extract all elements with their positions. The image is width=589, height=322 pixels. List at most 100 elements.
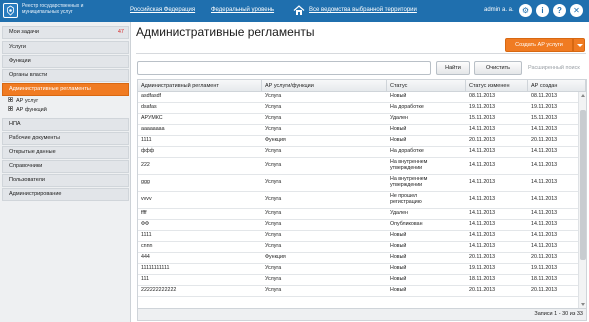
- advanced-search-link[interactable]: Расширенный поиск: [528, 65, 580, 71]
- type-cell: Услуга: [265, 93, 282, 100]
- created-cell: 14.11.2013: [531, 243, 558, 250]
- sidebar-item-label: Открытые данные: [9, 149, 56, 155]
- status-cell: Новый: [390, 93, 407, 100]
- sidebar-item-label: Рабочие документы: [9, 135, 60, 141]
- chevron-down-icon[interactable]: [573, 38, 585, 52]
- table-row[interactable]: dsafas Услуга На доработке 19.11.2013 19…: [138, 103, 578, 114]
- table-row[interactable]: 222 Услуга На внутреннем утверждении 14.…: [138, 158, 578, 175]
- user-name[interactable]: admin a. a.: [484, 7, 514, 13]
- level-link[interactable]: Федеральный уровень: [211, 7, 274, 13]
- emblem-icon[interactable]: [3, 3, 18, 18]
- created-cell: 18.11.2013: [531, 276, 558, 283]
- table-row[interactable]: АРУМКС Услуга Удален 15.11.2013 15.11.20…: [138, 114, 578, 125]
- sidebar-subitem-service-regulations[interactable]: АР услуг: [8, 97, 38, 106]
- status-cell: Новый: [390, 287, 407, 294]
- table-row[interactable]: ффф Услуга На доработке 14.11.2013 14.11…: [138, 147, 578, 158]
- status-changed-cell: 14.11.2013: [469, 232, 496, 239]
- status-changed-cell: 19.11.2013: [469, 104, 496, 111]
- scrollbar-thumb[interactable]: [580, 110, 586, 260]
- column-header[interactable]: АР создан: [528, 80, 586, 92]
- table-row[interactable]: vvvv Услуга Не прошел регистрацию 14.11.…: [138, 192, 578, 209]
- created-cell: 14.11.2013: [531, 196, 558, 203]
- table-row[interactable]: 1111 Функция Новый 20.11.2013 20.11.2013: [138, 136, 578, 147]
- created-cell: 14.11.2013: [531, 232, 558, 239]
- table-row[interactable]: ФФ Услуга Опубликован 14.11.2013 14.11.2…: [138, 220, 578, 231]
- table-row[interactable]: cnnn Услуга Новый 14.11.2013 14.11.2013: [138, 242, 578, 253]
- table-header: Административный регламент АР услуги/фун…: [138, 80, 586, 92]
- sidebar-subitem-label: АР функций: [16, 107, 47, 113]
- regulation-cell: 444: [141, 254, 150, 261]
- type-cell: Услуга: [265, 232, 282, 239]
- status-changed-cell: 15.11.2013: [469, 115, 496, 122]
- status-cell: Новый: [390, 126, 407, 133]
- expand-icon[interactable]: [8, 97, 13, 102]
- sidebar-item-my-tasks[interactable]: Мои задачи 47: [2, 26, 129, 39]
- status-changed-cell: 14.11.2013: [469, 162, 496, 169]
- status-cell: Новый: [390, 254, 407, 261]
- type-cell: Услуга: [265, 126, 282, 133]
- status-changed-cell: 14.11.2013: [469, 196, 496, 203]
- type-cell: Услуга: [265, 162, 282, 169]
- type-cell: Услуга: [265, 115, 282, 122]
- sidebar-item-authorities[interactable]: Органы власти: [2, 69, 129, 82]
- scroll-up-icon[interactable]: [581, 94, 585, 97]
- sidebar-item-administration[interactable]: Администрирование: [2, 188, 129, 201]
- table-footer: Записи 1 - 30 из 33: [137, 309, 587, 321]
- created-cell: 14.11.2013: [531, 126, 558, 133]
- table-row[interactable]: 11111111111 Услуга Новый 19.11.2013 19.1…: [138, 264, 578, 275]
- expand-icon[interactable]: [8, 106, 13, 111]
- created-cell: 14.11.2013: [531, 221, 558, 228]
- sidebar-item-functions[interactable]: Функции: [2, 55, 129, 68]
- home-icon[interactable]: [293, 4, 305, 16]
- type-cell: Услуга: [265, 265, 282, 272]
- table-row[interactable]: ggg Услуга На внутреннем утверждении 14.…: [138, 175, 578, 192]
- help-icon[interactable]: ?: [553, 4, 566, 17]
- sidebar-item-users[interactable]: Пользователи: [2, 174, 129, 187]
- scroll-down-icon[interactable]: [581, 303, 585, 306]
- sidebar-item-open-data[interactable]: Открытые данные: [2, 146, 129, 159]
- column-header[interactable]: Административный регламент: [138, 80, 262, 92]
- region-link[interactable]: Российская Федерация: [130, 7, 195, 13]
- table-row[interactable]: 222222222222 Услуга Новый 20.11.2013 20.…: [138, 286, 578, 297]
- territory-link[interactable]: Все ведомства выбранной территории: [309, 7, 417, 13]
- clear-button[interactable]: Очистить: [474, 61, 522, 75]
- column-header[interactable]: Статус: [387, 80, 466, 92]
- sidebar-item-admin-regulations[interactable]: Административные регламенты: [2, 83, 129, 96]
- table-row[interactable]: 1111 Услуга Новый 14.11.2013 14.11.2013: [138, 231, 578, 242]
- sidebar-item-references[interactable]: Справочники: [2, 160, 129, 173]
- type-cell: Услуга: [265, 221, 282, 228]
- table-scrollbar[interactable]: [578, 92, 586, 308]
- table-row[interactable]: ffff Услуга Удален 14.11.2013 14.11.2013: [138, 209, 578, 220]
- gear-icon[interactable]: ⚙: [519, 4, 532, 17]
- sidebar-item-services[interactable]: Услуги: [2, 41, 129, 54]
- sidebar-item-work-documents[interactable]: Рабочие документы: [2, 132, 129, 145]
- sidebar-item-npa[interactable]: НПА: [2, 118, 129, 131]
- top-bar: Реестр государственных и муниципальных у…: [0, 0, 589, 22]
- table-row[interactable]: 111 Услуга Новый 18.11.2013 18.11.2013: [138, 275, 578, 286]
- status-cell: Новый: [390, 265, 407, 272]
- column-header[interactable]: Статус изменен: [466, 80, 528, 92]
- info-icon[interactable]: i: [536, 4, 549, 17]
- table-row[interactable]: аааааааа Услуга Новый 14.11.2013 14.11.2…: [138, 125, 578, 136]
- status-cell: На внутреннем утверждении: [390, 176, 428, 188]
- regulation-cell: vvvv: [141, 196, 152, 203]
- sidebar: Мои задачи 47 Услуги Функции Органы влас…: [0, 22, 131, 322]
- table-row[interactable]: 444 Функция Новый 20.11.2013 20.11.2013: [138, 253, 578, 264]
- regulation-cell: ффф: [141, 148, 155, 155]
- sidebar-item-label: Услуги: [9, 44, 26, 50]
- registry-title: Реестр государственных и муниципальных у…: [22, 3, 84, 15]
- status-cell: На доработке: [390, 104, 424, 111]
- status-cell: Новый: [390, 232, 407, 239]
- status-cell: Опубликован: [390, 221, 423, 228]
- close-icon[interactable]: ✕: [570, 4, 583, 17]
- column-header[interactable]: АР услуги/функции: [262, 80, 387, 92]
- status-changed-cell: 18.11.2013: [469, 276, 496, 283]
- table-row[interactable]: asdfasdf Услуга Новый 08.11.2013 08.11.2…: [138, 92, 578, 103]
- sidebar-item-label: Функции: [9, 58, 31, 64]
- sidebar-subitem-function-regulations[interactable]: АР функций: [8, 106, 47, 115]
- search-input[interactable]: [137, 61, 431, 75]
- create-regulation-button[interactable]: Создать АР услуги: [505, 38, 573, 52]
- find-button[interactable]: Найти: [436, 61, 470, 75]
- page-title: Административные регламенты: [136, 25, 315, 39]
- type-cell: Услуга: [265, 148, 282, 155]
